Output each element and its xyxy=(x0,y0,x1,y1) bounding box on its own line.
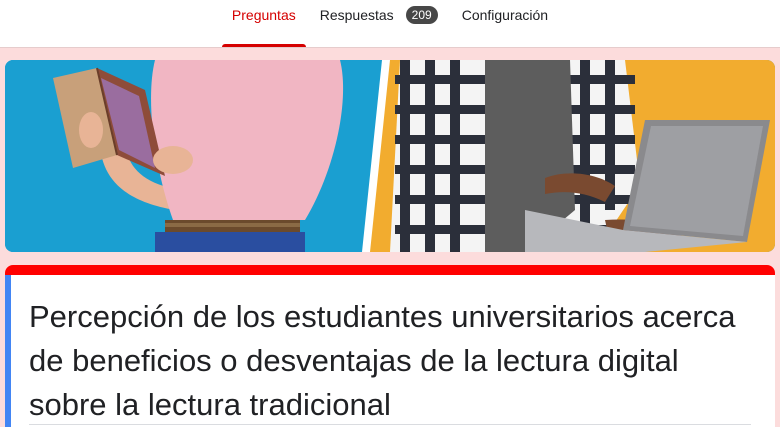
title-divider xyxy=(29,424,751,425)
tab-settings[interactable]: Configuración xyxy=(452,0,558,38)
tab-settings-label: Configuración xyxy=(461,6,549,23)
form-header-image xyxy=(5,60,775,252)
form-tabs: Preguntas Respuestas 209 Configuración xyxy=(0,0,780,47)
card-theme-stripe xyxy=(5,265,775,275)
tab-responses[interactable]: Respuestas 209 xyxy=(310,0,448,38)
tab-questions-label: Preguntas xyxy=(231,6,296,23)
top-tab-bar: Preguntas Respuestas 209 Configuración xyxy=(0,0,780,48)
responses-count-badge: 209 xyxy=(405,5,438,24)
form-title[interactable]: Percepción de los estudiantes universita… xyxy=(29,295,749,427)
form-title-card[interactable]: Percepción de los estudiantes universita… xyxy=(5,265,775,427)
active-tab-indicator xyxy=(221,44,306,47)
banner-illustration xyxy=(5,60,775,252)
tab-questions[interactable]: Preguntas xyxy=(221,0,306,47)
card-focus-indicator xyxy=(5,275,11,427)
tab-responses-label: Respuestas xyxy=(319,6,394,23)
